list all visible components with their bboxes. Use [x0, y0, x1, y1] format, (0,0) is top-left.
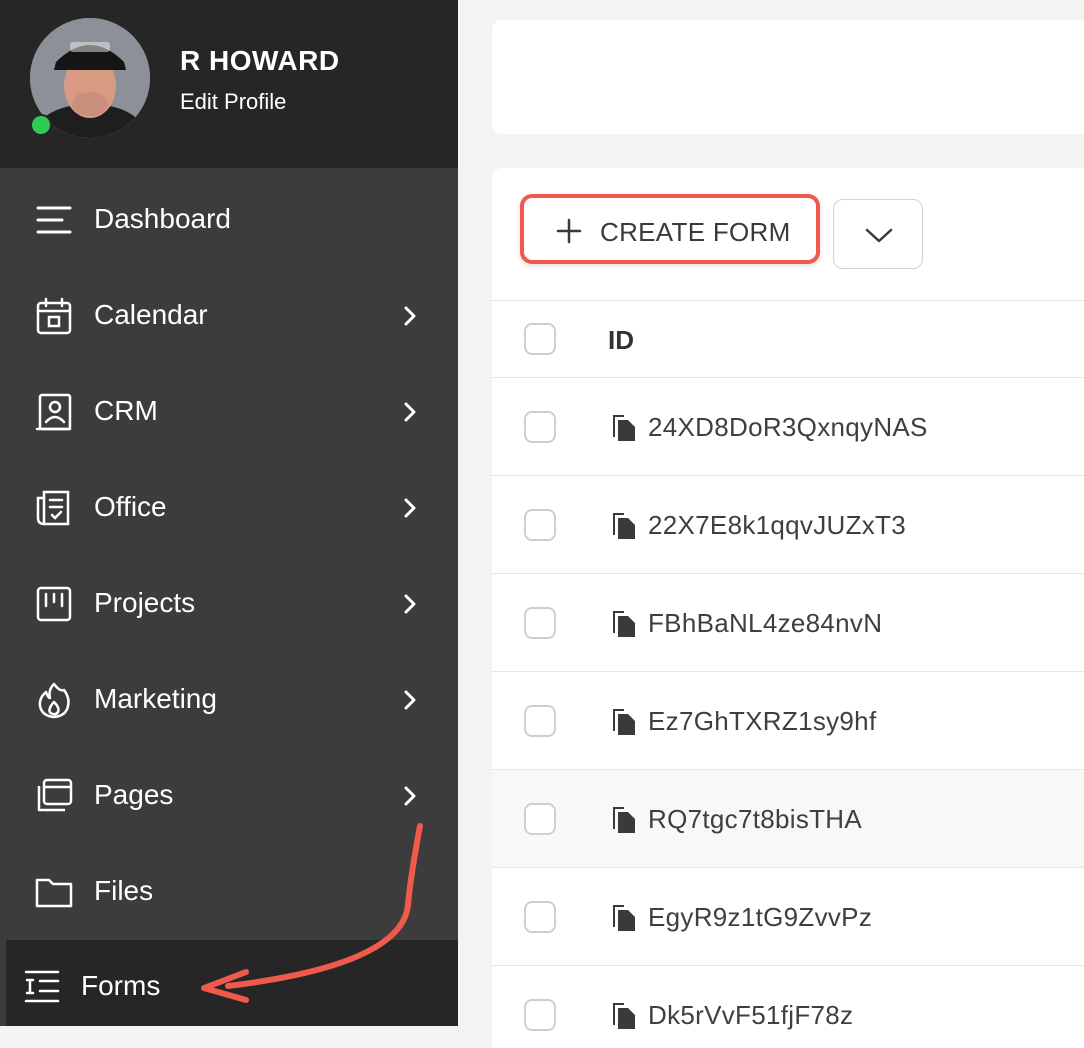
row-checkbox[interactable] [524, 999, 556, 1031]
kanban-board-icon [36, 586, 72, 622]
sidebar-nav: Dashboard Calendar CRM Office Projects M… [0, 172, 458, 940]
flame-icon [38, 682, 70, 719]
document-copy-icon [613, 513, 635, 539]
chevron-right-icon [404, 786, 416, 806]
forms-table-panel: CREATE FORM ID 24XD8DoR3QxnqyNAS 22X7E8k… [492, 168, 1084, 1048]
row-checkbox[interactable] [524, 509, 556, 541]
form-id[interactable]: 22X7E8k1qqvJUZxT3 [648, 510, 906, 541]
create-form-label: CREATE FORM [600, 217, 791, 247]
sidebar-item-label: Projects [94, 587, 196, 618]
row-checkbox[interactable] [524, 901, 556, 933]
document-copy-icon [613, 709, 635, 735]
top-panel [492, 20, 1084, 134]
online-status-indicator [30, 114, 52, 136]
table-row[interactable]: EgyR9z1tG9ZvvPz [492, 868, 1084, 966]
column-header-id[interactable]: ID [608, 325, 634, 356]
chevron-down-icon [865, 228, 893, 243]
row-checkbox[interactable] [524, 607, 556, 639]
pages-stack-icon [37, 778, 73, 812]
profile-header: R HOWARD Edit Profile [0, 0, 458, 168]
sidebar-item-marketing[interactable]: Marketing [0, 652, 458, 748]
form-list-icon [24, 970, 60, 1003]
form-id[interactable]: EgyR9z1tG9ZvvPz [648, 902, 872, 933]
sidebar-item-label: Calendar [94, 299, 208, 330]
table-row[interactable]: RQ7tgc7t8bisTHA [492, 770, 1084, 868]
row-checkbox[interactable] [524, 803, 556, 835]
document-copy-icon [613, 1003, 635, 1029]
sidebar-item-calendar[interactable]: Calendar [0, 268, 458, 364]
create-form-button[interactable]: CREATE FORM [520, 194, 820, 264]
table-row[interactable]: 24XD8DoR3QxnqyNAS [492, 378, 1084, 476]
chevron-right-icon [404, 498, 416, 518]
table-row[interactable]: 22X7E8k1qqvJUZxT3 [492, 476, 1084, 574]
form-id[interactable]: Ez7GhTXRZ1sy9hf [648, 706, 876, 737]
table-row[interactable]: Dk5rVvF51fjF78z [492, 966, 1084, 1048]
chevron-right-icon [404, 306, 416, 326]
sidebar-item-label: CRM [94, 395, 158, 426]
table-row[interactable]: Ez7GhTXRZ1sy9hf [492, 672, 1084, 770]
chevron-right-icon [404, 594, 416, 614]
sidebar-item-crm[interactable]: CRM [0, 364, 458, 460]
chevron-right-icon [404, 690, 416, 710]
form-id[interactable]: 24XD8DoR3QxnqyNAS [648, 412, 928, 443]
row-checkbox[interactable] [524, 411, 556, 443]
sidebar-item-files[interactable]: Files [0, 844, 458, 940]
edit-profile-link[interactable]: Edit Profile [180, 89, 286, 115]
sidebar-item-label: Pages [94, 779, 174, 810]
row-checkbox[interactable] [524, 705, 556, 737]
sidebar-item-label: Marketing [94, 683, 217, 714]
sidebar-item-label: Dashboard [94, 203, 231, 234]
select-all-checkbox[interactable] [524, 323, 556, 355]
sidebar-item-label: Office [94, 491, 167, 522]
sidebar-item-label: Files [94, 875, 154, 906]
menu-lines-icon [36, 206, 72, 234]
contact-book-icon [35, 393, 72, 431]
sidebar-item-pages[interactable]: Pages [0, 748, 458, 844]
sidebar: R HOWARD Edit Profile Dashboard Calendar… [0, 0, 458, 1026]
table-header: ID [492, 300, 1084, 378]
sidebar-item-projects[interactable]: Projects [0, 556, 458, 652]
document-copy-icon [613, 905, 635, 931]
document-copy-icon [613, 611, 635, 637]
document-copy-icon [613, 415, 635, 441]
sidebar-item-label: Forms [81, 970, 161, 1001]
sidebar-item-dashboard[interactable]: Dashboard [0, 172, 458, 268]
sidebar-item-forms[interactable]: Forms [6, 940, 458, 1026]
profile-name: R HOWARD [180, 45, 340, 76]
form-id[interactable]: Dk5rVvF51fjF78z [648, 1000, 853, 1031]
document-copy-icon [613, 807, 635, 833]
table-row[interactable]: FBhBaNL4ze84nvN [492, 574, 1084, 672]
receipt-icon [36, 490, 70, 526]
form-id[interactable]: RQ7tgc7t8bisTHA [648, 804, 862, 835]
chevron-right-icon [404, 402, 416, 422]
plus-icon [556, 218, 582, 244]
folder-icon [35, 878, 73, 908]
form-id[interactable]: FBhBaNL4ze84nvN [648, 608, 882, 639]
sidebar-item-office[interactable]: Office [0, 460, 458, 556]
create-options-dropdown[interactable] [833, 199, 923, 269]
calendar-icon [36, 297, 72, 335]
